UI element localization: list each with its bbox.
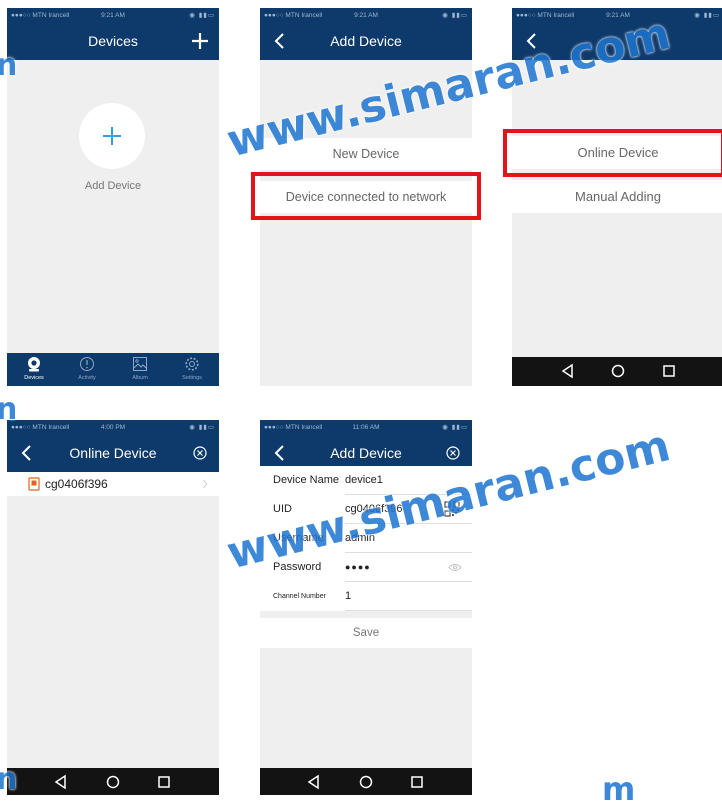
status-bar: ●●●○○ MTN Irancell 9:21 AM ◉ ▮▮▭ [7, 8, 219, 23]
close-icon[interactable] [189, 442, 211, 464]
battery-icon: ◉ ▮▮▭ [189, 424, 215, 431]
home-circle-icon[interactable] [105, 774, 121, 790]
home-circle-icon[interactable] [610, 363, 626, 379]
tab-label: Settings [182, 375, 202, 381]
page-title: Add Device [330, 33, 402, 49]
watermark-fragment: m [602, 770, 636, 808]
username-label: Username [273, 532, 324, 544]
online-device-option[interactable]: Online Device [512, 136, 722, 169]
channel-field[interactable]: 1 [345, 582, 351, 611]
navbar: Online Device [7, 435, 219, 472]
carrier-text: ●●●○○ MTN Irancell [264, 424, 323, 431]
plus-icon[interactable] [189, 30, 211, 52]
screen-online-device: ●●●○○ MTN Irancell 4:00 PM ◉ ▮▮▭ Online … [7, 420, 219, 795]
tab-label: Activity [78, 375, 96, 381]
navbar: Devices [7, 23, 219, 60]
tab-bar: Devices Activity Album Settings [7, 353, 219, 386]
chevron-right-icon [202, 479, 208, 489]
android-nav-bar [7, 768, 219, 795]
username-field[interactable]: admin [345, 524, 375, 553]
manual-adding-option[interactable]: Manual Adding [512, 180, 722, 213]
page-title: Devices [88, 33, 138, 49]
status-bar: ●●●○○ MTN Irancell 9:21 AM ◉ ▮▮▭ [260, 8, 472, 23]
tab-label: Album [132, 375, 148, 381]
camera-icon [28, 357, 40, 372]
device-uid: cg0406f396 [45, 477, 108, 491]
password-label: Password [273, 561, 322, 573]
new-device-option[interactable]: New Device [260, 138, 472, 170]
channel-row: Channel Number 1 [260, 582, 472, 611]
device-name-field[interactable]: device1 [345, 466, 383, 495]
screen-add-method: ●●●○○ MTN Irancell 9:21 AM ◉ ▮▮▭ Online … [512, 8, 722, 386]
uid-row: UID cg0406f396 [260, 495, 472, 524]
tab-settings[interactable]: Settings [166, 353, 218, 386]
tab-album[interactable]: Album [114, 353, 166, 386]
status-bar: ●●●○○ MTN Irancell 11:06 AM ◉ ▮▮▭ [260, 420, 472, 435]
plus-icon [103, 127, 121, 145]
qr-code-icon[interactable] [444, 501, 460, 517]
save-button[interactable]: Save [260, 618, 472, 648]
image-icon [133, 357, 147, 371]
screen-add-device-options: ●●●○○ MTN Irancell 9:21 AM ◉ ▮▮▭ Add Dev… [260, 8, 472, 386]
close-icon[interactable] [442, 442, 464, 464]
tab-label: Devices [24, 375, 44, 381]
clock: 9:21 AM [606, 12, 630, 19]
clock: 11:06 AM [352, 424, 380, 431]
home-circle-icon[interactable] [358, 774, 374, 790]
alert-icon [80, 357, 94, 371]
recents-square-icon[interactable] [661, 363, 677, 379]
password-field[interactable]: ●●●● [345, 553, 371, 582]
device-connected-option[interactable]: Device connected to network [260, 181, 472, 213]
back-triangle-icon[interactable] [560, 363, 576, 379]
back-icon[interactable] [522, 31, 542, 51]
status-bar: ●●●○○ MTN Irancell 4:00 PM ◉ ▮▮▭ [7, 420, 219, 435]
battery-icon: ◉ ▮▮▭ [442, 424, 468, 431]
clock: 9:21 AM [101, 12, 125, 19]
android-nav-bar [260, 768, 472, 795]
uid-field[interactable]: cg0406f396 [345, 495, 403, 524]
device-list-item[interactable]: cg0406f396 [7, 472, 219, 496]
tab-activity[interactable]: Activity [61, 353, 113, 386]
carrier-text: ●●●○○ MTN Irancell [11, 424, 70, 431]
battery-icon: ◉ ▮▮▭ [442, 12, 468, 19]
clock: 4:00 PM [100, 424, 126, 431]
tab-devices[interactable]: Devices [8, 353, 60, 386]
device-icon [28, 477, 40, 491]
back-triangle-icon[interactable] [53, 774, 69, 790]
eye-icon[interactable] [448, 563, 462, 572]
screen-devices: ●●●○○ MTN Irancell 9:21 AM ◉ ▮▮▭ Devices… [7, 8, 219, 386]
screen-add-device-form: ●●●○○ MTN Irancell 11:06 AM ◉ ▮▮▭ Add De… [260, 420, 472, 795]
uid-label: UID [273, 503, 292, 515]
recents-square-icon[interactable] [156, 774, 172, 790]
clock: 9:21 AM [354, 12, 378, 19]
channel-label: Channel Number [273, 593, 326, 600]
password-row: Password ●●●● [260, 553, 472, 582]
device-name-row: Device Name device1 [260, 466, 472, 495]
page-title: Online Device [69, 445, 157, 461]
navbar: Add Device [260, 23, 472, 60]
carrier-text: ●●●○○ MTN Irancell [516, 12, 575, 19]
carrier-text: ●●●○○ MTN Irancell [264, 12, 323, 19]
back-triangle-icon[interactable] [306, 774, 322, 790]
username-row: Username admin [260, 524, 472, 553]
navbar [512, 23, 722, 60]
carrier-text: ●●●○○ MTN Irancell [11, 12, 70, 19]
device-name-label: Device Name [273, 474, 340, 486]
status-bar: ●●●○○ MTN Irancell 9:21 AM ◉ ▮▮▭ [512, 8, 722, 23]
divider [345, 610, 472, 611]
battery-icon: ◉ ▮▮▭ [694, 12, 720, 19]
add-device-button[interactable] [79, 103, 145, 169]
android-nav-bar [512, 357, 722, 386]
add-device-label: Add Device [84, 180, 142, 192]
recents-square-icon[interactable] [409, 774, 425, 790]
battery-icon: ◉ ▮▮▭ [189, 12, 215, 19]
gear-icon [185, 357, 199, 371]
